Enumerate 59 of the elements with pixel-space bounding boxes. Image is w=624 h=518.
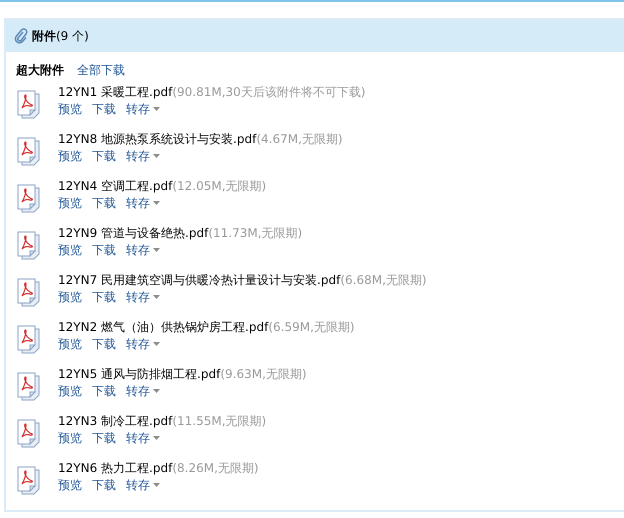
file-action-link[interactable]: 预览 [58,242,82,258]
download-all-link[interactable]: 全部下载 [77,62,125,79]
file-action-link[interactable]: 预览 [58,289,82,305]
save-to-dropdown[interactable]: 转存 [126,477,160,493]
file-action-link[interactable]: 下载 [92,336,116,352]
file-action-link[interactable]: 预览 [58,148,82,164]
caret-icon [153,107,160,111]
file-name: 12YN5 通风与防排烟工程.pdf [58,367,220,381]
caret-icon [153,342,160,346]
file-name: 12YN1 采暖工程.pdf [58,85,172,99]
file-action-link[interactable]: 下载 [92,195,116,211]
save-to-dropdown[interactable]: 转存 [126,336,160,352]
save-to-dropdown[interactable]: 转存 [126,148,160,164]
file-name: 12YN7 民用建筑空调与供暖冷热计量设计与安装.pdf [58,273,340,287]
file-action-link[interactable]: 下载 [92,430,116,446]
save-to-dropdown[interactable]: 转存 [126,242,160,258]
file-size-info: (12.05M,无限期) [172,179,266,193]
save-to-dropdown[interactable]: 转存 [126,289,160,305]
file-action-link[interactable]: 下载 [92,148,116,164]
file-action-link[interactable]: 预览 [58,383,82,399]
file-action-link[interactable]: 预览 [58,195,82,211]
file-action-link[interactable]: 预览 [58,430,82,446]
file-name: 12YN2 燃气（油）供热锅炉房工程.pdf [58,320,268,334]
caret-icon [153,436,160,440]
file-size-info: (11.73M,无限期) [208,226,302,240]
file-action-link[interactable]: 预览 [58,336,82,352]
save-to-dropdown[interactable]: 转存 [126,195,160,211]
file-name: 12YN8 地源热泵系统设计与安装.pdf [58,132,256,146]
caret-icon [153,154,160,158]
file-name: 12YN4 空调工程.pdf [58,179,172,193]
caret-icon [153,248,160,252]
file-size-info: (9.63M,无限期) [220,367,307,381]
attachment-count: (9 个) [56,28,89,44]
file-action-link[interactable]: 下载 [92,383,116,399]
file-name: 12YN9 管道与设备绝热.pdf [58,226,208,240]
caret-icon [153,201,160,205]
file-size-info: (90.81M,30天后该附件将不可下载) [172,85,366,99]
file-size-info: (8.26M,无限期) [172,461,259,475]
file-name: 12YN3 制冷工程.pdf [58,414,172,428]
file-action-link[interactable]: 下载 [92,289,116,305]
file-size-info: (4.67M,无限期) [256,132,343,146]
panel-title: 附件 [32,28,56,44]
file-action-link[interactable]: 下载 [92,242,116,258]
caret-icon [153,483,160,487]
section-label: 超大附件 [16,62,64,79]
file-action-link[interactable]: 预览 [58,101,82,117]
file-action-link[interactable]: 预览 [58,477,82,493]
caret-icon [153,389,160,393]
save-to-dropdown[interactable]: 转存 [126,383,160,399]
paperclip-icon [14,28,28,44]
file-action-link[interactable]: 下载 [92,477,116,493]
file-action-link[interactable]: 下载 [92,101,116,117]
file-size-info: (6.59M,无限期) [268,320,355,334]
file-size-info: (11.55M,无限期) [172,414,266,428]
file-size-info: (6.68M,无限期) [340,273,427,287]
caret-icon [153,295,160,299]
save-to-dropdown[interactable]: 转存 [126,430,160,446]
file-name: 12YN6 热力工程.pdf [58,461,172,475]
save-to-dropdown[interactable]: 转存 [126,101,160,117]
